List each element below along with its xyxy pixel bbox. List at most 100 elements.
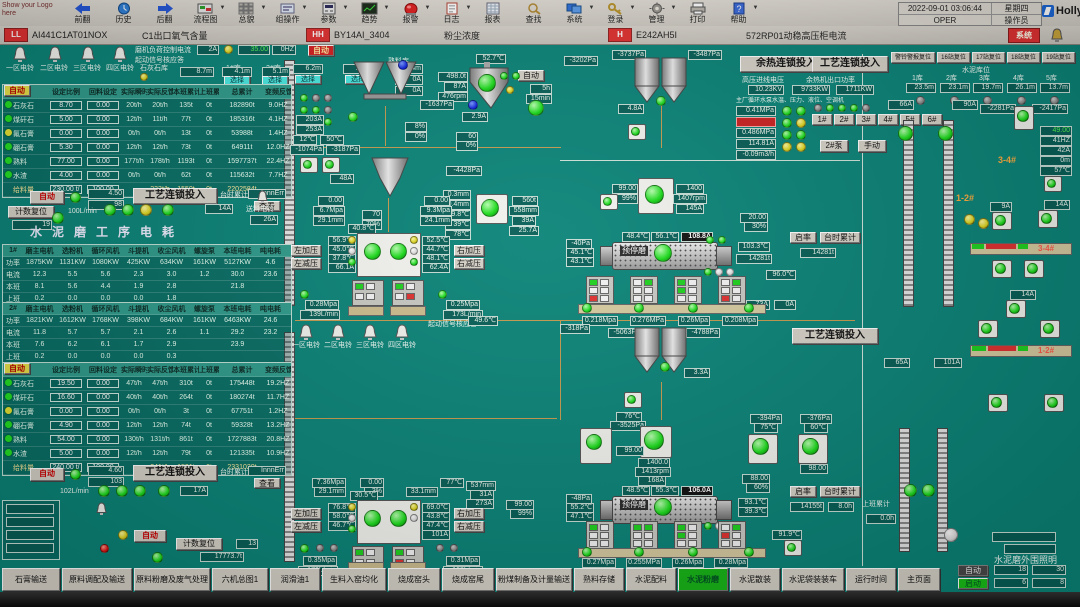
status-indicator: [838, 104, 846, 112]
auto-mode-button[interactable]: 自动: [134, 530, 166, 542]
nav-raw-grinding[interactable]: 原料粉磨及废气处理: [134, 568, 210, 591]
forward-button[interactable]: 后翻: [144, 0, 185, 24]
nav-kiln-feed[interactable]: 生料入窑均化: [322, 568, 386, 591]
search-button[interactable]: 查找: [513, 0, 554, 24]
status-indicator: [981, 323, 992, 334]
setpoint-value[interactable]: 35.00: [238, 45, 270, 55]
nav-coal-prep[interactable]: 粉煤制备及计量输送: [496, 568, 572, 591]
login-button[interactable]: 登录▼: [595, 0, 636, 24]
auto-mode-button[interactable]: 自动: [30, 468, 64, 481]
status-indicator: [116, 485, 128, 497]
right-pressurize-button[interactable]: 右加压: [454, 245, 484, 256]
right-pressurize-button[interactable]: 右加压: [454, 508, 484, 519]
auto-mode-button[interactable]: 自动: [4, 363, 30, 374]
station-reset-button[interactable]: 19站复位: [1042, 52, 1075, 63]
help-button[interactable]: ?帮助▼: [718, 0, 759, 24]
nav-runtime[interactable]: 运行时间: [846, 568, 896, 591]
left-depressurize-button[interactable]: 左减压: [291, 258, 321, 269]
flowchart-button[interactable]: 流程图▼: [185, 0, 226, 24]
report-button[interactable]: 报表: [472, 0, 513, 24]
right-depressurize-button[interactable]: 右减压: [454, 521, 484, 532]
silo-level: 23.5m: [906, 83, 936, 93]
left-pressurize-button[interactable]: 左加压: [291, 508, 321, 519]
system-button[interactable]: 系统▼: [554, 0, 595, 24]
setpoint-value[interactable]: 4.50: [88, 189, 124, 199]
chevron-down-icon: ▼: [261, 5, 267, 11]
table-cell: 1.7: [122, 341, 155, 348]
select-button[interactable]: 选择: [295, 75, 321, 84]
print-button[interactable]: 打印: [677, 0, 718, 24]
overview-button[interactable]: 总貌▼: [226, 0, 267, 24]
log-button[interactable]: 日志▼: [431, 0, 472, 24]
left-depressurize-button[interactable]: 左减压: [291, 521, 321, 532]
pump2-button[interactable]: 2#泵: [820, 140, 848, 152]
nav-kiln-head[interactable]: 烧成窑头: [388, 568, 440, 591]
manual-button[interactable]: 手动: [858, 140, 886, 152]
trend-button[interactable]: 趋势▼: [349, 0, 390, 24]
lighting-start-button[interactable]: 启动: [958, 578, 988, 589]
view-button[interactable]: 查看: [254, 478, 280, 488]
setpoint-value[interactable]: 4.60: [88, 466, 124, 476]
nav-lube-oil[interactable]: 润滑油1: [270, 568, 320, 591]
status-indicator: [312, 94, 320, 102]
pump-select-button[interactable]: 1#: [812, 114, 832, 125]
nav-gypsum-transport[interactable]: 石膏输送: [2, 568, 60, 591]
nav-cement-bulk[interactable]: 水泥散装: [730, 568, 780, 591]
gauge-value: 0.00: [318, 196, 344, 206]
status-square: [633, 532, 642, 539]
alarm-bar[interactable]: LL AI441C1AT01NOX C1出口氧气含量 HH BY14AI_340…: [0, 26, 1080, 45]
back-button[interactable]: 前翻: [62, 0, 103, 24]
params-button[interactable]: 参数▼: [308, 0, 349, 24]
pump-select-button[interactable]: 4#: [878, 114, 898, 125]
conveyor-belt: [578, 548, 766, 558]
alarm-bell-reset-button[interactable]: 警铃警报复位: [891, 52, 935, 63]
bell-icon[interactable]: [95, 502, 108, 521]
manage-button[interactable]: 管理▼: [636, 0, 677, 24]
station-reset-button[interactable]: 17站复位: [972, 52, 1005, 63]
right-depressurize-button[interactable]: 右减压: [454, 258, 484, 269]
nav-raw-batching[interactable]: 原料调配及输送: [62, 568, 132, 591]
table-cell: 0t/h: [147, 172, 173, 179]
lighting-auto-button[interactable]: 自动: [958, 565, 988, 576]
nav-bag-loading[interactable]: 水泥袋装装车: [782, 568, 844, 591]
process-interlock-button[interactable]: 工艺连锁投入: [133, 465, 217, 481]
nav-clinker-storage[interactable]: 熟料存储: [574, 568, 624, 591]
history-button[interactable]: 历史: [103, 0, 144, 24]
mill-label[interactable]: 预停磨: [620, 246, 648, 256]
table-cell: 2.9: [155, 341, 188, 348]
nav-home[interactable]: 主页面: [898, 568, 940, 591]
alarm-ack-button[interactable]: 系统: [1008, 28, 1040, 43]
pump-select-button[interactable]: 3#: [856, 114, 876, 125]
mill-label[interactable]: 预停磨: [620, 500, 648, 510]
counter-reset-button[interactable]: 计数复位: [176, 538, 222, 550]
station-reset-button[interactable]: 16站复位: [937, 52, 970, 63]
process-interlock-button[interactable]: 工艺连锁投入: [792, 328, 878, 344]
status-indicator: [715, 268, 723, 276]
counter-reset-button[interactable]: 计数复位: [8, 206, 54, 218]
pump-pressure: 0.41MPa: [736, 106, 776, 116]
table-cell: 77.00: [47, 157, 85, 166]
pump-select-button[interactable]: 6#: [922, 114, 942, 125]
left-pressurize-button[interactable]: 左加压: [291, 245, 321, 256]
alarm-button[interactable]: 报警▼: [390, 0, 431, 24]
station-reset-button[interactable]: 18站复位: [1007, 52, 1040, 63]
pressure-value: -318Pa: [560, 324, 590, 334]
alarm-bell-icon[interactable]: [1050, 28, 1064, 45]
table-cell: 3.0: [155, 271, 188, 278]
table-cell: 1597737t: [219, 158, 265, 165]
gauge-value: 0.00: [424, 196, 450, 206]
nav-kiln-tail[interactable]: 烧成窑尾: [442, 568, 494, 591]
table-cell: 67751t: [219, 408, 265, 415]
auto-mode-button[interactable]: 自动: [4, 85, 30, 96]
nav-machines-overview[interactable]: 六机总图1: [212, 568, 268, 591]
process-interlock-button[interactable]: 工艺连锁投入: [133, 188, 217, 204]
pump-select-button[interactable]: 2#: [834, 114, 854, 125]
auto-mode-button[interactable]: 自动: [308, 45, 334, 56]
auto-mode-button[interactable]: 自动: [30, 191, 64, 204]
process-interlock-button[interactable]: 工艺连锁投入: [812, 56, 888, 72]
group-op-button[interactable]: 组操作▼: [267, 0, 308, 24]
nav-cement-grinding[interactable]: 水泥粉磨: [678, 568, 728, 591]
nav-cement-batching[interactable]: 水泥配料: [626, 568, 676, 591]
auto-mode-button[interactable]: 自动: [518, 70, 544, 81]
current-value: 90A: [952, 100, 978, 110]
